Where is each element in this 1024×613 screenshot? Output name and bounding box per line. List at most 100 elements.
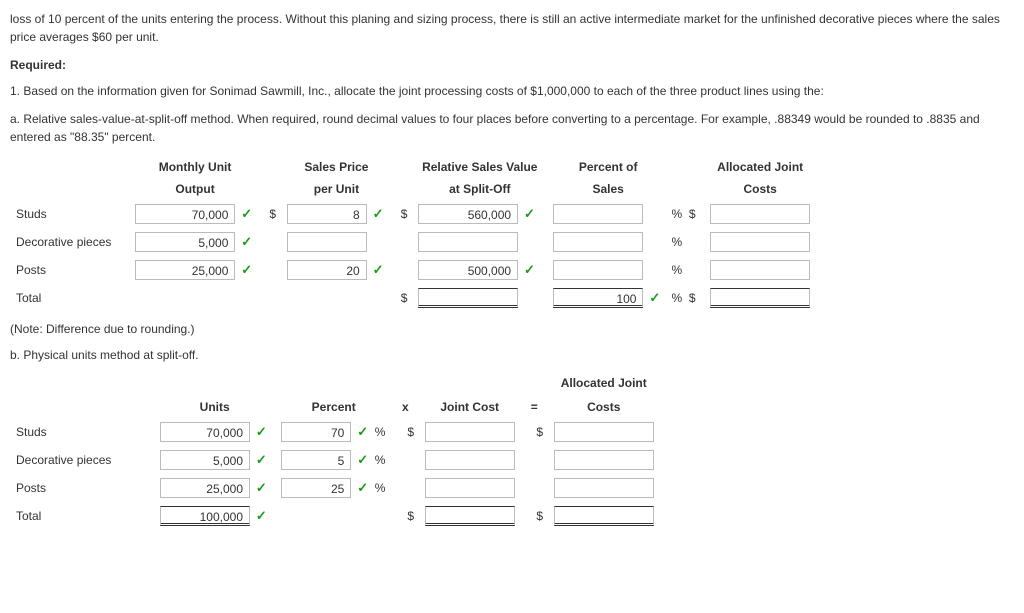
question-1: 1. Based on the information given for So… <box>10 82 1014 100</box>
col-cost-h1: Allocated Joint <box>704 156 816 178</box>
row-label-posts: Posts <box>10 256 129 284</box>
colb-units-h: Units <box>154 394 275 418</box>
col-value-h1: Relative Sales Value <box>412 156 547 178</box>
dollar-sign: $ <box>398 205 410 223</box>
percent-sign: % <box>374 423 386 441</box>
col-price-h2: per Unit <box>281 178 392 200</box>
percent-sign: % <box>374 451 386 469</box>
b-posts-jc[interactable] <box>425 478 515 498</box>
decorative-percent[interactable] <box>553 232 643 252</box>
colb-x-h: x <box>392 394 419 418</box>
studs-value[interactable]: 560,000 <box>418 204 518 224</box>
b-studs-jc[interactable] <box>425 422 515 442</box>
table-row: Studs 70,000 ✓ $ 8 ✓ $ 560,000 ✓ % $ <box>10 200 816 228</box>
posts-percent[interactable] <box>553 260 643 280</box>
table-row: Studs 70,000 ✓ 70 ✓ % $ $ <box>10 418 660 446</box>
row-label-decorative: Decorative pieces <box>10 228 129 256</box>
posts-price[interactable]: 20 <box>287 260 367 280</box>
table-row: Decorative pieces 5,000 ✓ 5 ✓ % <box>10 446 660 474</box>
percent-sign: % <box>671 205 683 223</box>
dollar-sign: $ <box>405 507 417 525</box>
dollar-sign: $ <box>267 205 279 223</box>
check-icon: ✓ <box>523 260 535 280</box>
table-row: Posts 25,000 ✓ 20 ✓ 500,000 ✓ % <box>10 256 816 284</box>
check-icon: ✓ <box>649 288 661 308</box>
check-icon: ✓ <box>241 232 253 252</box>
colb-eq-h: = <box>521 394 548 418</box>
rowb-label-total: Total <box>10 502 154 530</box>
decorative-output[interactable]: 5,000 <box>135 232 235 252</box>
col-output-h1: Monthly Unit <box>129 156 260 178</box>
check-icon: ✓ <box>255 450 267 470</box>
b-posts-units[interactable]: 25,000 <box>160 478 250 498</box>
check-icon: ✓ <box>523 204 535 224</box>
b-total-units[interactable]: 100,000 <box>160 506 250 526</box>
studs-price[interactable]: 8 <box>287 204 367 224</box>
table-a: Monthly Unit Sales Price Relative Sales … <box>10 156 816 312</box>
check-icon: ✓ <box>357 478 369 498</box>
posts-cost[interactable] <box>710 260 810 280</box>
table-row: Decorative pieces 5,000 ✓ % <box>10 228 816 256</box>
dollar-sign: $ <box>686 289 698 307</box>
colb-alloc-h2: Costs <box>548 394 660 418</box>
col-cost-h2: Costs <box>704 178 816 200</box>
col-value-h2: at Split-Off <box>412 178 547 200</box>
table-row: Posts 25,000 ✓ 25 ✓ % <box>10 474 660 502</box>
rounding-note: (Note: Difference due to rounding.) <box>10 322 195 336</box>
check-icon: ✓ <box>357 450 369 470</box>
b-studs-units[interactable]: 70,000 <box>160 422 250 442</box>
check-icon: ✓ <box>372 204 384 224</box>
b-studs-percent[interactable]: 70 <box>281 422 351 442</box>
col-percent-h2: Sales <box>547 178 668 200</box>
colb-percent-h: Percent <box>275 394 392 418</box>
col-percent-h1: Percent of <box>547 156 668 178</box>
b-decorative-units[interactable]: 5,000 <box>160 450 250 470</box>
check-icon: ✓ <box>241 260 253 280</box>
studs-cost[interactable] <box>710 204 810 224</box>
b-posts-cost[interactable] <box>554 478 654 498</box>
studs-output[interactable]: 70,000 <box>135 204 235 224</box>
total-value[interactable] <box>418 288 518 308</box>
check-icon: ✓ <box>255 422 267 442</box>
b-decorative-percent[interactable]: 5 <box>281 450 351 470</box>
check-icon: ✓ <box>241 204 253 224</box>
b-total-cost[interactable] <box>554 506 654 526</box>
intro-paragraph: loss of 10 percent of the units entering… <box>10 10 1014 46</box>
b-studs-cost[interactable] <box>554 422 654 442</box>
question-1a: a. Relative sales-value-at-split-off met… <box>10 110 1014 146</box>
check-icon: ✓ <box>255 506 267 526</box>
b-posts-percent[interactable]: 25 <box>281 478 351 498</box>
dollar-sign: $ <box>686 205 698 223</box>
b-decorative-cost[interactable] <box>554 450 654 470</box>
row-label-studs: Studs <box>10 200 129 228</box>
rowb-label-studs: Studs <box>10 418 154 446</box>
dollar-sign: $ <box>398 289 410 307</box>
decorative-cost[interactable] <box>710 232 810 252</box>
total-percent[interactable]: 100 <box>553 288 643 308</box>
col-price-h1: Sales Price <box>281 156 392 178</box>
row-label-total: Total <box>10 284 129 312</box>
rowb-label-posts: Posts <box>10 474 154 502</box>
b-decorative-jc[interactable] <box>425 450 515 470</box>
table-row-total: Total $ 100 ✓ % $ <box>10 284 816 312</box>
percent-sign: % <box>671 261 683 279</box>
check-icon: ✓ <box>357 422 369 442</box>
dollar-sign: $ <box>534 423 546 441</box>
table-b: Allocated Joint Units Percent x Joint Co… <box>10 370 660 530</box>
decorative-value[interactable] <box>418 232 518 252</box>
colb-alloc-h1: Allocated Joint <box>548 370 660 394</box>
posts-output[interactable]: 25,000 <box>135 260 235 280</box>
b-total-jc[interactable] <box>425 506 515 526</box>
total-cost[interactable] <box>710 288 810 308</box>
rowb-label-decorative: Decorative pieces <box>10 446 154 474</box>
dollar-sign: $ <box>405 423 417 441</box>
question-1b: b. Physical units method at split-off. <box>10 346 1014 364</box>
percent-sign: % <box>671 233 683 251</box>
decorative-price[interactable] <box>287 232 367 252</box>
percent-sign: % <box>671 289 683 307</box>
col-output-h2: Output <box>129 178 260 200</box>
posts-value[interactable]: 500,000 <box>418 260 518 280</box>
percent-sign: % <box>374 479 386 497</box>
studs-percent[interactable] <box>553 204 643 224</box>
table-row-total: Total 100,000 ✓ $ $ <box>10 502 660 530</box>
